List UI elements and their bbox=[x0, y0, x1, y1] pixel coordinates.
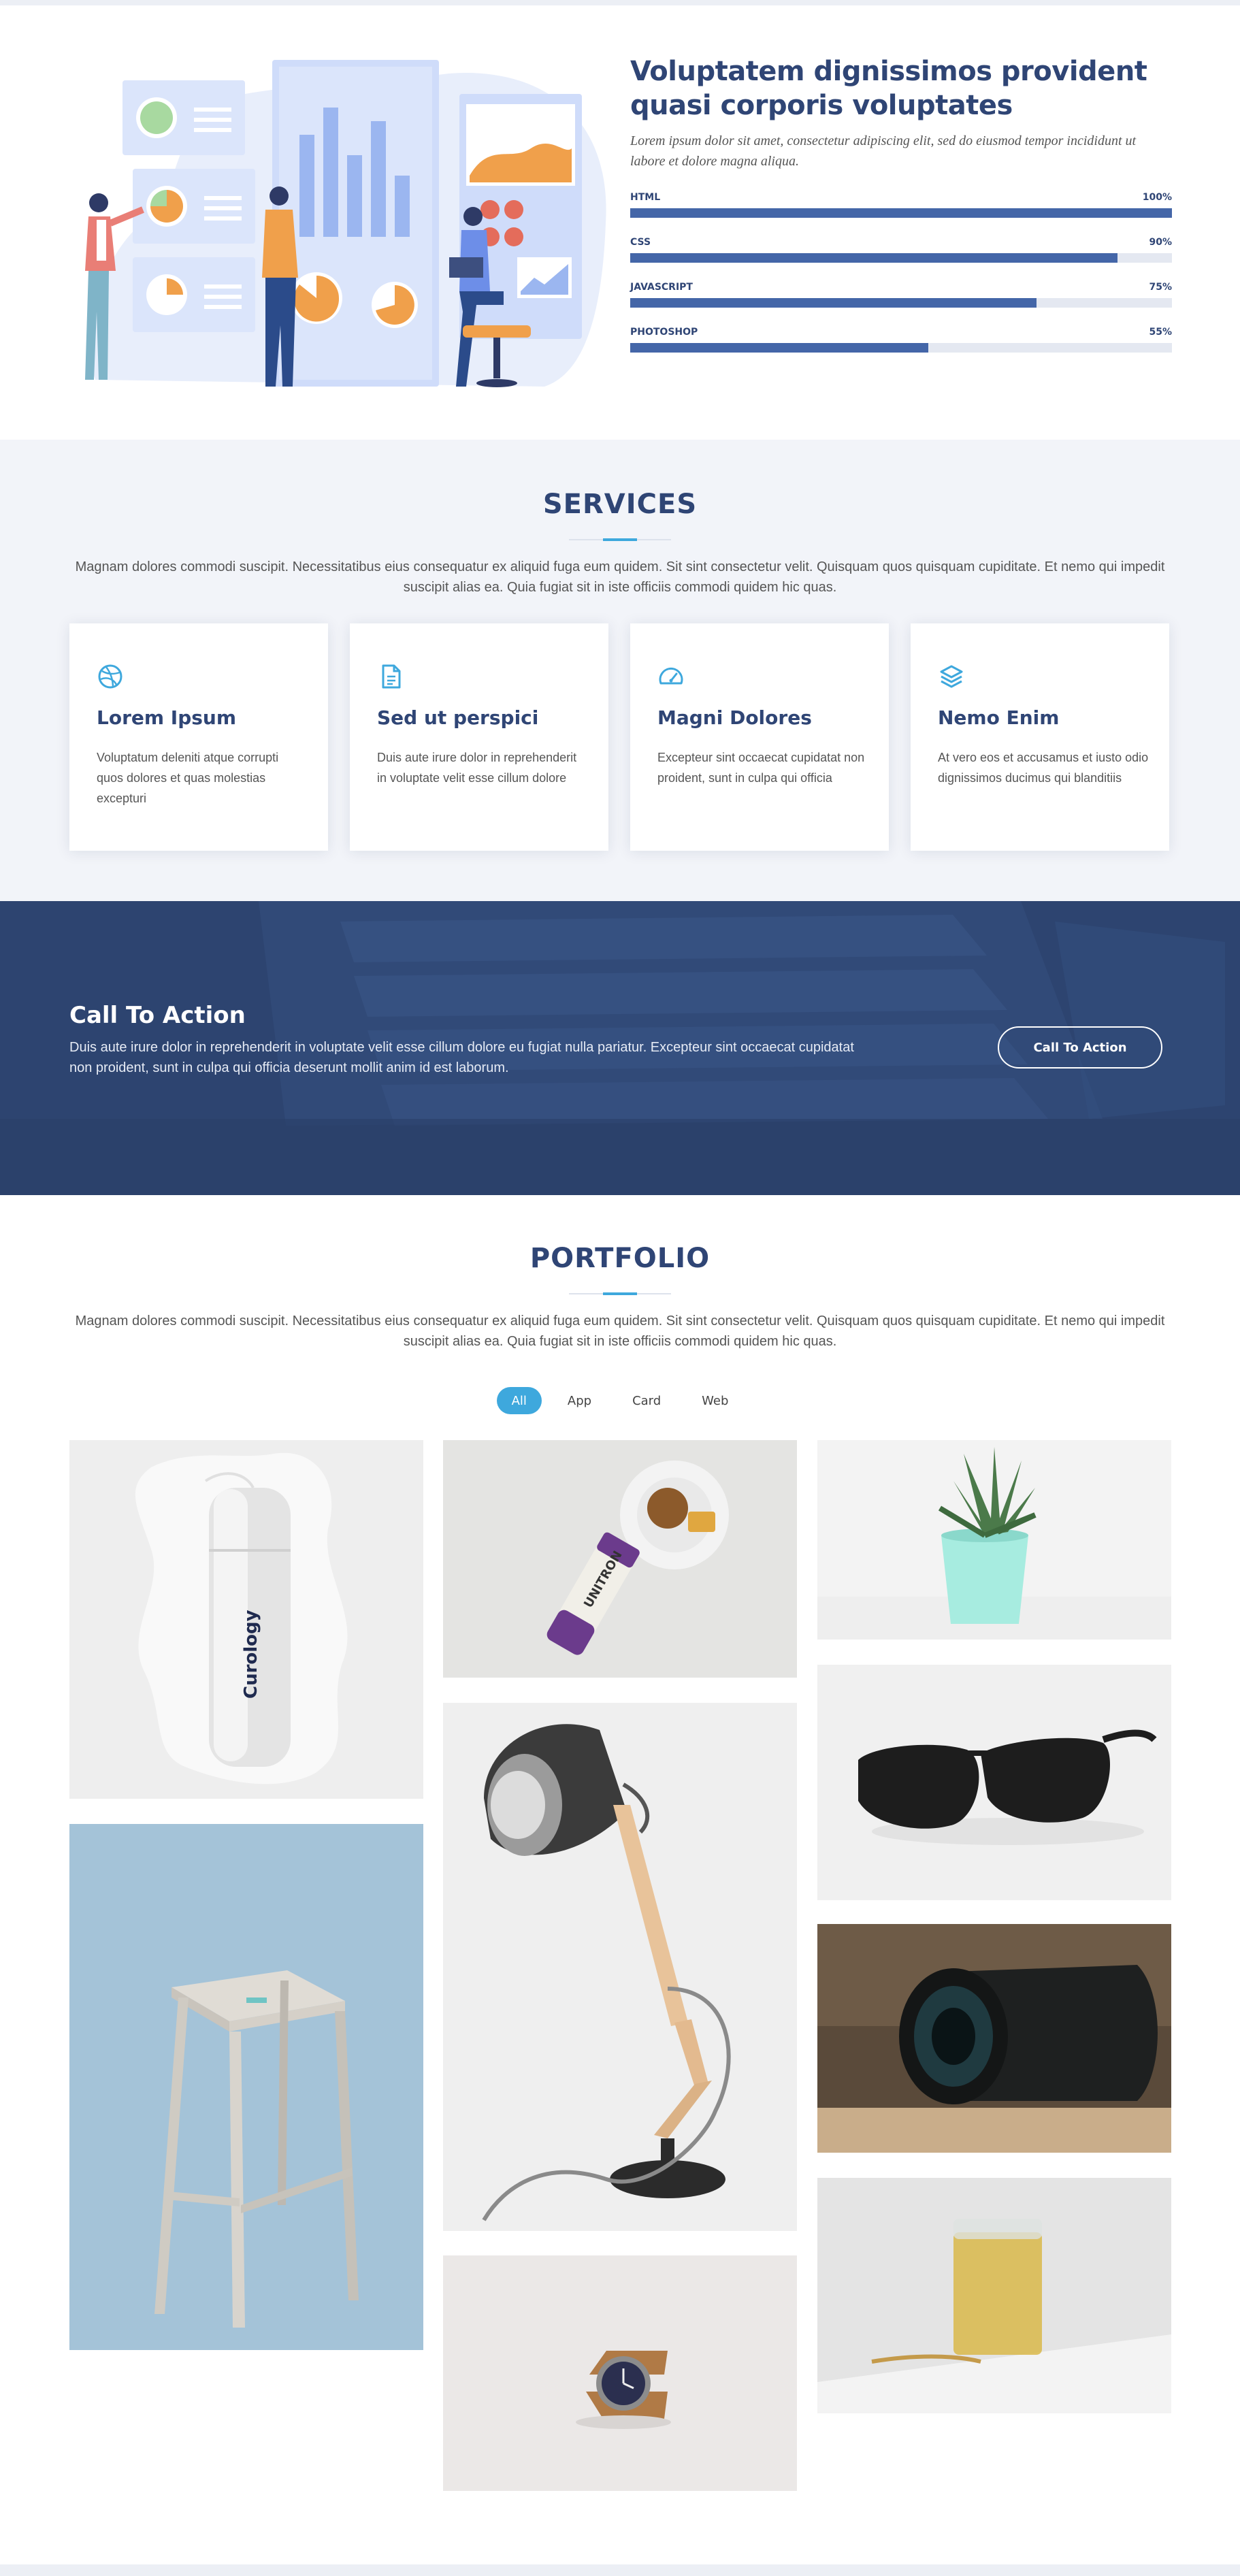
skill-percent: 75% bbox=[1149, 282, 1172, 293]
filter-all[interactable]: All bbox=[496, 1387, 542, 1414]
skills-list: HTML 100% CSS 90% JAVASCRIPT 75% PHOTOSHOP 55% bbox=[630, 192, 1172, 353]
skill-progress-fill bbox=[630, 343, 928, 353]
portfolio-item-coffee[interactable]: UNITRON bbox=[443, 1440, 797, 1678]
portfolio-item-camera-lens[interactable] bbox=[817, 1924, 1171, 2153]
services-description: Magnam dolores commodi suscipit. Necessi… bbox=[75, 559, 1165, 595]
skill-percent: 90% bbox=[1149, 237, 1172, 248]
skills-description: Lorem ipsum dolor sit amet, consectetur … bbox=[630, 133, 1137, 169]
portfolio-item-glass[interactable] bbox=[817, 2178, 1171, 2413]
cta-description: Duis aute irure dolor in reprehenderit i… bbox=[69, 1040, 854, 1075]
portfolio-item-sunglasses[interactable] bbox=[817, 1665, 1171, 1900]
skill-header: CSS 90% bbox=[630, 237, 1172, 248]
skill-progress-fill bbox=[630, 208, 1172, 218]
skill-name: CSS bbox=[630, 237, 651, 248]
skills-title: Voluptatem dignissimos provident quasi c… bbox=[630, 56, 1147, 121]
skill-name: PHOTOSHOP bbox=[630, 327, 698, 338]
skill-percent: 100% bbox=[1142, 192, 1172, 203]
filter-app[interactable]: App bbox=[553, 1387, 606, 1414]
layers-icon bbox=[940, 665, 963, 688]
skill-name: JAVASCRIPT bbox=[630, 282, 693, 293]
call-to-action-button[interactable]: Call To Action bbox=[998, 1026, 1162, 1069]
skill-item: PHOTOSHOP 55% bbox=[630, 327, 1172, 353]
portfolio-title-underline bbox=[569, 1292, 671, 1295]
service-card-text: At vero eos et accusamus et iusto odio d… bbox=[938, 751, 1149, 785]
skill-item: JAVASCRIPT 75% bbox=[630, 282, 1172, 308]
service-card[interactable]: Nemo Enim At vero eos et accusamus et iu… bbox=[911, 623, 1169, 851]
skill-header: JAVASCRIPT 75% bbox=[630, 282, 1172, 293]
portfolio-description: Magnam dolores commodi suscipit. Necessi… bbox=[75, 1314, 1165, 1349]
filter-card[interactable]: Card bbox=[617, 1387, 676, 1414]
call-to-action-section: Call To Action Duis aute irure dolor in … bbox=[0, 901, 1240, 1195]
cta-title: Call To Action bbox=[69, 1002, 246, 1029]
analytics-illustration bbox=[68, 53, 613, 400]
skill-progress-track bbox=[630, 298, 1172, 308]
skill-header: PHOTOSHOP 55% bbox=[630, 327, 1172, 338]
bottle-brand-label: Curology bbox=[241, 1610, 261, 1699]
skill-progress-track bbox=[630, 208, 1172, 218]
file-icon bbox=[382, 664, 401, 689]
portfolio-item-succulent[interactable] bbox=[817, 1440, 1171, 1640]
service-card-title: Lorem Ipsum bbox=[97, 706, 237, 729]
skills-section: Voluptatem dignissimos provident quasi c… bbox=[0, 5, 1240, 440]
service-card-title: Sed ut perspici bbox=[377, 706, 539, 729]
portfolio-item-watch[interactable] bbox=[443, 2255, 797, 2491]
bottom-strip bbox=[0, 2564, 1240, 2576]
service-card-text: Duis aute irure dolor in reprehenderit i… bbox=[377, 751, 577, 785]
services-section: SERVICES Magnam dolores commodi suscipit… bbox=[0, 440, 1240, 901]
portfolio-item-stool[interactable] bbox=[69, 1824, 423, 2350]
skill-header: HTML 100% bbox=[630, 192, 1172, 203]
portfolio-item-bottle[interactable]: Curology bbox=[69, 1440, 423, 1799]
filter-web[interactable]: Web bbox=[687, 1387, 743, 1414]
portfolio-filters: All App Card Web bbox=[0, 1387, 1240, 1414]
skill-percent: 55% bbox=[1149, 327, 1172, 338]
services-title: SERVICES bbox=[542, 489, 698, 520]
service-card[interactable]: Lorem Ipsum Voluptatum deleniti atque co… bbox=[69, 623, 328, 851]
portfolio-section: PORTFOLIO Magnam dolores commodi suscipi… bbox=[0, 1195, 1240, 2564]
service-card-text: Voluptatum deleniti atque corrupti quos … bbox=[97, 751, 279, 805]
skill-progress-track bbox=[630, 253, 1172, 263]
skill-name: HTML bbox=[630, 192, 661, 203]
portfolio-title: PORTFOLIO bbox=[529, 1243, 711, 1274]
portfolio-item-lamp[interactable] bbox=[443, 1703, 797, 2231]
dribbble-icon bbox=[98, 664, 123, 689]
service-card[interactable]: Magni Dolores Excepteur sint occaecat cu… bbox=[630, 623, 889, 851]
skill-progress-track bbox=[630, 343, 1172, 353]
service-card-title: Magni Dolores bbox=[657, 706, 812, 729]
services-title-underline bbox=[569, 538, 671, 541]
speedometer-icon bbox=[659, 668, 683, 685]
top-strip bbox=[0, 0, 1240, 5]
skill-progress-fill bbox=[630, 253, 1118, 263]
skill-item: HTML 100% bbox=[630, 192, 1172, 218]
skill-item: CSS 90% bbox=[630, 237, 1172, 263]
skill-progress-fill bbox=[630, 298, 1037, 308]
service-cards: Lorem Ipsum Voluptatum deleniti atque co… bbox=[69, 623, 1172, 851]
service-card-title: Nemo Enim bbox=[938, 706, 1060, 729]
service-card[interactable]: Sed ut perspici Duis aute irure dolor in… bbox=[350, 623, 608, 851]
service-card-text: Excepteur sint occaecat cupidatat non pr… bbox=[657, 751, 865, 785]
